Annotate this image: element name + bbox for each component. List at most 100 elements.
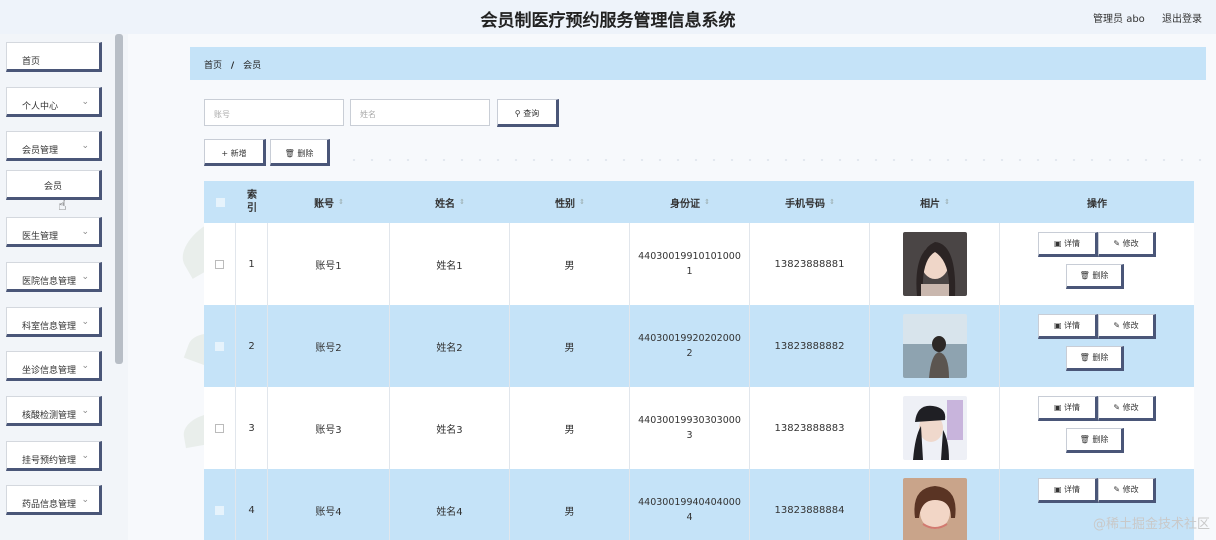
row-checkbox-cell[interactable] [204,469,236,540]
delete-button[interactable]: 🗑 删除 [1066,346,1124,371]
header-phone[interactable]: 手机号码 ⇕ [750,181,870,223]
sort-icon[interactable]: ⇕ [579,198,585,206]
header-name[interactable]: 姓名 ⇕ [390,181,510,223]
id-card-line1: 44030019910101000 [638,251,741,262]
trash-icon: 🗑 [1079,271,1093,280]
cell-id-card: 44030019910101000 1 [630,223,750,305]
sidebar-item-label: 挂号预约管理 [22,456,77,466]
search-button[interactable]: ⚲ 查询 [497,99,559,127]
delete-button[interactable]: 🗑 删除 [1066,264,1124,289]
sort-icon[interactable]: ⇕ [829,198,835,206]
sidebar-item-member-management[interactable]: 会员管理 ⌄ [6,131,102,161]
header-id-card-label: 身份证 [670,198,701,210]
sidebar-item-label: 坐诊信息管理 [22,366,77,376]
sidebar-item-clinic-info[interactable]: 坐诊信息管理 ⌄ [6,351,102,381]
sidebar-item-member[interactable]: 会员 [6,170,102,200]
table-row: 3 账号3 姓名3 男 44030019930303000 3 138238888… [204,387,1194,469]
id-card-line2: 1 [686,266,693,277]
edit-button[interactable]: ✎ 修改 [1098,396,1156,421]
member-photo[interactable] [902,396,967,460]
edit-label: 修改 [1122,403,1139,412]
detail-button[interactable]: ▣ 详情 [1038,314,1098,339]
sort-icon[interactable]: ⇕ [459,198,465,206]
edit-icon: ✎ [1113,239,1123,248]
id-card-line2: 4 [686,512,693,523]
cell-account: 账号1 [268,223,390,305]
select-all-checkbox[interactable] [215,197,225,207]
header-photo[interactable]: 相片 ⇕ [870,181,1000,223]
cell-phone: 13823888884 [750,469,870,540]
edit-label: 修改 [1122,239,1139,248]
row-checkbox[interactable] [215,505,224,515]
breadcrumb-separator: / [230,61,235,71]
header-operation: 操作 [1087,198,1107,210]
cell-account: 账号3 [268,387,390,469]
sidebar-item-doctor-management[interactable]: 医生管理 ⌄ [6,217,102,247]
delete-button[interactable]: 🗑 删除 [1066,428,1124,453]
sidebar-item-hospital-info[interactable]: 医院信息管理 ⌄ [6,262,102,292]
breadcrumb-home[interactable]: 首页 [204,61,222,71]
header-name-label: 姓名 [435,198,456,210]
cell-id-card: 44030019920202000 2 [630,305,750,387]
sort-icon[interactable]: ⇕ [338,198,344,206]
sort-icon[interactable]: ⇕ [704,198,710,206]
detail-label: 详情 [1064,321,1081,330]
sidebar-item-nucleic-test[interactable]: 核酸检测管理 ⌄ [6,396,102,426]
delete-label: 删除 [1092,271,1109,280]
cell-gender: 男 [510,387,630,469]
add-button[interactable]: + 新增 [204,139,266,166]
header-id-card[interactable]: 身份证 ⇕ [630,181,750,223]
sidebar-item-personal-center[interactable]: 个人中心 ⌄ [6,87,102,117]
sidebar-item-drug-info[interactable]: 药品信息管理 ⌄ [6,485,102,515]
detail-icon: ▣ [1053,403,1065,412]
sidebar-item-department-info[interactable]: 科室信息管理 ⌄ [6,307,102,337]
detail-button[interactable]: ▣ 详情 [1038,232,1098,257]
member-photo[interactable] [902,232,967,296]
id-card-line1: 44030019920202000 [638,333,741,344]
chevron-down-icon: ⌄ [81,495,89,505]
sidebar-item-label: 医生管理 [22,232,59,242]
current-user: 管理员 abo [1093,14,1145,25]
sidebar-item-label: 医院信息管理 [22,277,77,287]
header-gender-label: 性别 [555,198,576,210]
edit-button[interactable]: ✎ 修改 [1098,232,1156,257]
chevron-down-icon: ⌄ [81,97,89,107]
trash-icon: 🗑 [284,149,295,158]
breadcrumb: 首页 / 会员 [190,47,1206,80]
hand-cursor-icon: ☝ [58,198,67,214]
edit-icon: ✎ [1113,403,1123,412]
edit-button[interactable]: ✎ 修改 [1098,478,1156,503]
logout-link[interactable]: 退出登录 [1162,14,1202,25]
row-checkbox-cell[interactable] [204,305,236,387]
cell-phone: 13823888882 [750,305,870,387]
member-photo[interactable] [902,478,967,540]
row-checkbox[interactable] [215,341,224,351]
name-search-input[interactable]: 姓名 [350,99,490,126]
row-checkbox[interactable] [215,423,224,433]
header-gender[interactable]: 性别 ⇕ [510,181,630,223]
table-header-row: 索引 账号 ⇕ 姓名 ⇕ 性别 ⇕ 身份证 ⇕ 手机号码 ⇕ 相片 ⇕ 操作 [204,181,1194,223]
cell-operations: ▣ 详情 ✎ 修改 🗑 删除 [1000,387,1194,469]
account-search-input[interactable]: 账号 [204,99,344,126]
cell-photo [870,469,1000,540]
detail-icon: ▣ [1053,239,1065,248]
member-photo[interactable] [902,314,967,378]
cell-gender: 男 [510,305,630,387]
sidebar-item-home[interactable]: 首页 [6,42,102,72]
sort-icon[interactable]: ⇕ [944,198,950,206]
sidebar-scrollbar[interactable] [115,34,123,364]
chevron-down-icon: ⌄ [81,317,89,327]
row-checkbox[interactable] [215,259,224,269]
header-photo-label: 相片 [920,198,941,210]
header-account[interactable]: 账号 ⇕ [268,181,390,223]
detail-button[interactable]: ▣ 详情 [1038,396,1098,421]
row-checkbox-cell[interactable] [204,387,236,469]
id-card-line1: 44030019940404000 [638,497,741,508]
bulk-delete-button[interactable]: 🗑 删除 [270,139,330,166]
edit-button[interactable]: ✎ 修改 [1098,314,1156,339]
chevron-down-icon: ⌄ [81,361,89,371]
detail-button[interactable]: ▣ 详情 [1038,478,1098,503]
sidebar-item-appointment[interactable]: 挂号预约管理 ⌄ [6,441,102,471]
select-all-checkbox-cell[interactable] [204,181,236,223]
row-checkbox-cell[interactable] [204,223,236,305]
